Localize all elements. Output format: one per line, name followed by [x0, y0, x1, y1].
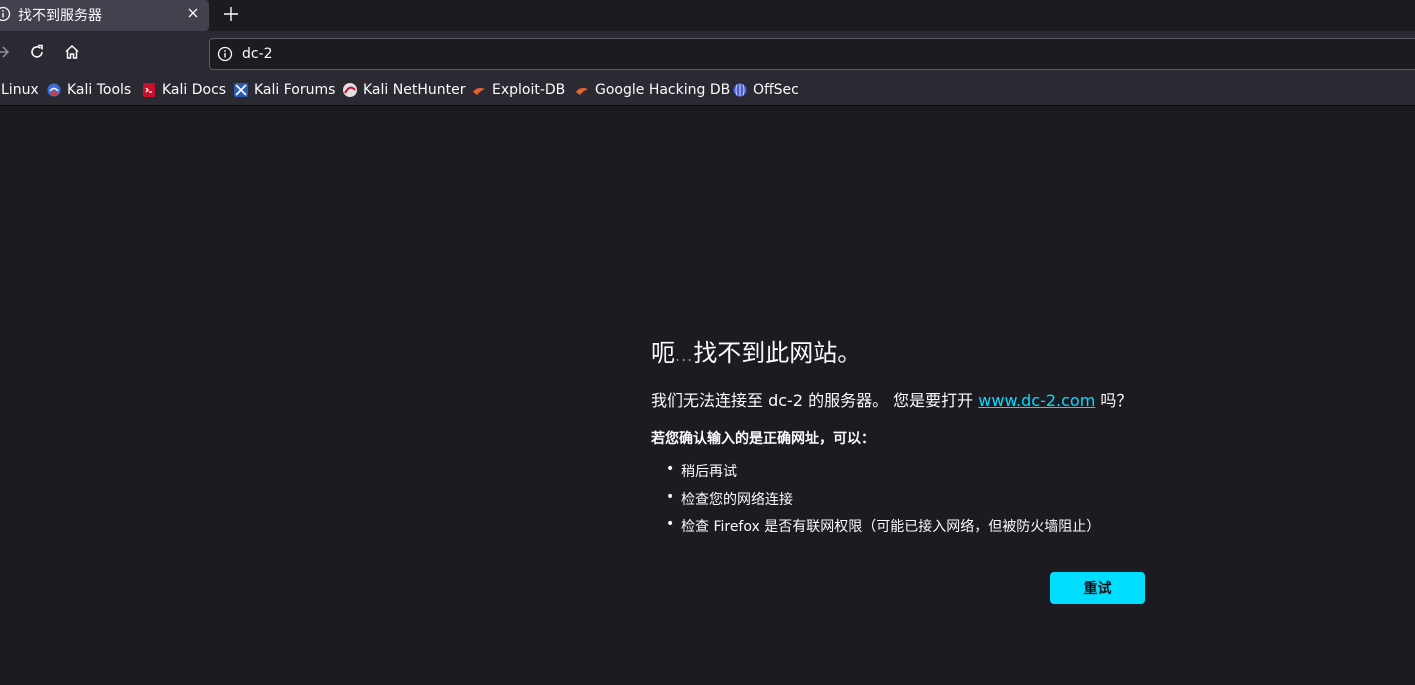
kali-docs-icon [141, 82, 157, 98]
error-title-part: 呃 [651, 339, 675, 367]
tab-title: 找不到服务器 [18, 8, 102, 24]
bookmark-label: Kali Docs [162, 82, 227, 98]
bookmark-label: Kali Tools [67, 82, 132, 98]
info-icon [0, 6, 11, 22]
list-item: 检查 Firefox 是否有联网权限（可能已接入网络，但被防火墙阻止） [666, 516, 1100, 544]
tab-strip: 找不到服务器 [0, 0, 1415, 31]
bookmark-label: Exploit-DB [492, 82, 566, 98]
bookmark-offsec[interactable]: OffSec [732, 81, 799, 99]
bookmark-label: Google Hacking DB [595, 82, 731, 98]
error-description: 我们无法连接至 dc-2 的服务器。 您是要打开 www.dc-2.com 吗？ [651, 387, 1132, 411]
error-description-text: 我们无法连接至 dc-2 的服务器。 您是要打开 [651, 391, 979, 410]
ghdb-icon [574, 82, 590, 98]
suggested-url-link[interactable]: www.dc-2.com [978, 391, 1095, 410]
tab-active[interactable]: 找不到服务器 [0, 0, 209, 31]
error-title: 呃...找不到此网站。 [651, 333, 861, 368]
close-icon[interactable] [186, 5, 200, 19]
plus-icon[interactable] [222, 5, 240, 23]
kali-tools-icon [46, 82, 62, 98]
bookmark-label: Kali NetHunter [363, 82, 466, 98]
error-description-text: 吗？ [1095, 391, 1133, 410]
bookmark-kali-docs[interactable]: Kali Docs [141, 81, 226, 99]
bookmark-label: Linux [1, 82, 39, 98]
error-subtitle: 若您确认输入的是正确网址，可以： [651, 431, 875, 447]
bookmark-linux[interactable]: Linux [1, 81, 39, 99]
bookmark-label: Kali Forums [254, 82, 336, 98]
error-page: 呃...找不到此网站。 我们无法连接至 dc-2 的服务器。 您是要打开 www… [0, 106, 1415, 685]
url-input[interactable]: dc-2 [242, 46, 273, 62]
exploit-db-icon [471, 82, 487, 98]
error-tips-list: 稍后再试 检查您的网络连接 检查 Firefox 是否有联网权限（可能已接入网络… [666, 461, 1100, 544]
home-icon[interactable] [63, 43, 81, 61]
offsec-icon [732, 82, 748, 98]
list-item: 检查您的网络连接 [666, 489, 1100, 517]
bookmarks-toolbar: Linux Kali Tools Kali Docs Kali Forums K… [0, 72, 1415, 106]
kali-nethunter-icon [342, 82, 358, 98]
kali-forums-icon [233, 82, 249, 98]
error-title-dots: ... [675, 346, 694, 365]
list-item: 稍后再试 [666, 461, 1100, 489]
bookmark-kali-forums[interactable]: Kali Forums [233, 81, 335, 99]
reload-icon[interactable] [28, 43, 46, 61]
error-title-part: 找不到此网站。 [693, 339, 862, 367]
bookmark-kali-tools[interactable]: Kali Tools [46, 81, 131, 99]
info-icon[interactable] [217, 46, 233, 62]
bookmark-label: OffSec [753, 82, 799, 98]
bookmark-exploit-db[interactable]: Exploit-DB [471, 81, 565, 99]
retry-button[interactable]: 重试 [1050, 572, 1145, 604]
url-bar[interactable]: dc-2 [209, 38, 1415, 70]
bookmark-kali-nethunter[interactable]: Kali NetHunter [342, 81, 465, 99]
bookmark-ghdb[interactable]: Google Hacking DB [574, 81, 730, 99]
arrow-right-icon[interactable] [0, 43, 12, 61]
